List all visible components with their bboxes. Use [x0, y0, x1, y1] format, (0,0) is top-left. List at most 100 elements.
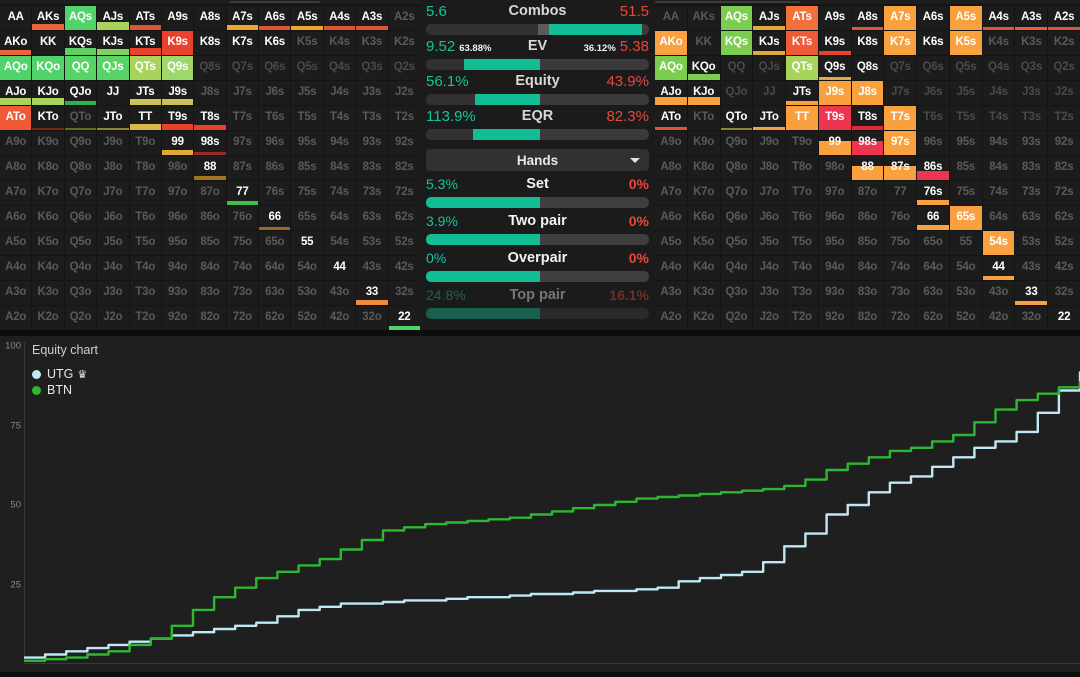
hand-cell-Q8o[interactable]: Q8o: [720, 156, 753, 180]
hand-cell-Q7s[interactable]: Q7s: [226, 56, 259, 80]
hand-cell-AQs[interactable]: AQs: [720, 6, 753, 30]
hand-cell-76s[interactable]: 76s: [917, 181, 949, 205]
hand-cell-87o[interactable]: 87o: [851, 181, 884, 205]
hand-cell-K8s[interactable]: K8s: [851, 31, 884, 55]
hand-cell-KTs[interactable]: KTs: [786, 31, 818, 55]
hand-cell-T7s[interactable]: T7s: [226, 106, 259, 130]
hand-cell-J5s[interactable]: J5s: [949, 81, 982, 105]
hand-cell-K8o[interactable]: K8o: [687, 156, 720, 180]
category-top-pair[interactable]: 24.8% Top pair 16.1%: [420, 287, 655, 319]
hand-cell-Q5o[interactable]: Q5o: [64, 231, 97, 255]
hand-cell-T8s[interactable]: T8s: [194, 106, 226, 130]
hand-cell-99[interactable]: 99: [818, 131, 851, 155]
hand-cell-96o[interactable]: 96o: [161, 206, 194, 230]
hand-cell-K5o[interactable]: K5o: [32, 231, 64, 255]
hand-cell-K7o[interactable]: K7o: [687, 181, 720, 205]
hand-cell-J7s[interactable]: J7s: [884, 81, 917, 105]
hand-cell-J9s[interactable]: J9s: [161, 81, 194, 105]
hand-cell-K7s[interactable]: K7s: [884, 31, 917, 55]
hand-cell-T2o[interactable]: T2o: [786, 306, 818, 330]
hand-cell-J5o[interactable]: J5o: [753, 231, 786, 255]
hand-cell-32o[interactable]: 32o: [1015, 306, 1048, 330]
hand-cell-84s[interactable]: 84s: [982, 156, 1015, 180]
hand-cell-42o[interactable]: 42o: [982, 306, 1015, 330]
hand-cell-Q2s[interactable]: Q2s: [388, 56, 420, 80]
hand-cell-A5o[interactable]: A5o: [655, 231, 687, 255]
hand-cell-J8o[interactable]: J8o: [97, 156, 129, 180]
hand-cell-T4o[interactable]: T4o: [786, 256, 818, 280]
hand-cell-54s[interactable]: 54s: [982, 231, 1015, 255]
hand-cell-65s[interactable]: 65s: [291, 206, 323, 230]
hand-cell-A8o[interactable]: A8o: [655, 156, 687, 180]
hand-cell-J3o[interactable]: J3o: [97, 281, 129, 305]
right-range-panel[interactable]: AA AKs AQs AJs ATs A9s A8s A7s A6s A5s A4s A3s A2s AK…: [655, 0, 1080, 330]
hand-cell-T7o[interactable]: T7o: [786, 181, 818, 205]
hand-cell-A8s[interactable]: A8s: [194, 6, 226, 30]
hand-cell-Q9o[interactable]: Q9o: [64, 131, 97, 155]
hand-cell-93o[interactable]: 93o: [818, 281, 851, 305]
hand-cell-KTo[interactable]: KTo: [687, 106, 720, 130]
hand-cell-65s[interactable]: 65s: [949, 206, 982, 230]
hand-cell-Q6s[interactable]: Q6s: [259, 56, 291, 80]
hand-cell-K6o[interactable]: K6o: [687, 206, 720, 230]
hand-cell-Q3s[interactable]: Q3s: [356, 56, 388, 80]
hand-cell-82o[interactable]: 82o: [194, 306, 226, 330]
right-panel-scrollbar[interactable]: [655, 0, 1080, 4]
hand-cell-QTo[interactable]: QTo: [720, 106, 753, 130]
hands-dropdown[interactable]: Hands: [426, 149, 649, 171]
hand-cell-A3s[interactable]: A3s: [356, 6, 388, 30]
hand-cell-75o[interactable]: 75o: [884, 231, 917, 255]
hand-cell-82s[interactable]: 82s: [388, 156, 420, 180]
hand-cell-87o[interactable]: 87o: [194, 181, 226, 205]
hand-cell-J6o[interactable]: J6o: [97, 206, 129, 230]
hand-cell-96s[interactable]: 96s: [917, 131, 949, 155]
hand-cell-QJo[interactable]: QJo: [720, 81, 753, 105]
hand-cell-J4o[interactable]: J4o: [97, 256, 129, 280]
hand-cell-ATo[interactable]: ATo: [655, 106, 687, 130]
hand-cell-J3o[interactable]: J3o: [753, 281, 786, 305]
hand-cell-KJo[interactable]: KJo: [687, 81, 720, 105]
hand-cell-72s[interactable]: 72s: [388, 181, 420, 205]
hand-cell-53o[interactable]: 53o: [949, 281, 982, 305]
hand-cell-83s[interactable]: 83s: [356, 156, 388, 180]
hand-cell-JTo[interactable]: JTo: [97, 106, 129, 130]
hand-cell-K6s[interactable]: K6s: [259, 31, 291, 55]
hand-cell-54o[interactable]: 54o: [949, 256, 982, 280]
hand-cell-74o[interactable]: 74o: [884, 256, 917, 280]
hand-cell-J6s[interactable]: J6s: [917, 81, 949, 105]
hand-cell-T8s[interactable]: T8s: [851, 106, 884, 130]
hand-cell-KK[interactable]: KK: [32, 31, 64, 55]
hand-cell-94o[interactable]: 94o: [161, 256, 194, 280]
hand-cell-A2s[interactable]: A2s: [1048, 6, 1080, 30]
hand-cell-42o[interactable]: 42o: [323, 306, 356, 330]
hand-cell-Q6o[interactable]: Q6o: [64, 206, 97, 230]
hand-cell-QTo[interactable]: QTo: [64, 106, 97, 130]
hand-cell-53o[interactable]: 53o: [291, 281, 323, 305]
hand-cell-T9s[interactable]: T9s: [818, 106, 851, 130]
hand-cell-85s[interactable]: 85s: [949, 156, 982, 180]
hand-cell-54o[interactable]: 54o: [291, 256, 323, 280]
hand-cell-J9o[interactable]: J9o: [97, 131, 129, 155]
hand-cell-52o[interactable]: 52o: [949, 306, 982, 330]
hand-cell-94s[interactable]: 94s: [982, 131, 1015, 155]
hand-cell-AA[interactable]: AA: [0, 6, 32, 30]
hand-cell-K2o[interactable]: K2o: [687, 306, 720, 330]
hand-cell-J7o[interactable]: J7o: [753, 181, 786, 205]
hand-cell-Q2s[interactable]: Q2s: [1048, 56, 1080, 80]
hand-cell-TT[interactable]: TT: [129, 106, 161, 130]
hand-cell-52s[interactable]: 52s: [388, 231, 420, 255]
hand-cell-A6s[interactable]: A6s: [917, 6, 949, 30]
hand-cell-63s[interactable]: 63s: [356, 206, 388, 230]
hand-cell-92o[interactable]: 92o: [161, 306, 194, 330]
hand-cell-98s[interactable]: 98s: [851, 131, 884, 155]
category-overpair[interactable]: 0% Overpair 0%: [420, 250, 655, 282]
hand-cell-T2s[interactable]: T2s: [1048, 106, 1080, 130]
hand-cell-83o[interactable]: 83o: [851, 281, 884, 305]
hand-cell-Q3s[interactable]: Q3s: [1015, 56, 1048, 80]
hand-cell-A4s[interactable]: A4s: [982, 6, 1015, 30]
hand-cell-84o[interactable]: 84o: [851, 256, 884, 280]
hand-cell-T7o[interactable]: T7o: [129, 181, 161, 205]
hand-cell-K2s[interactable]: K2s: [1048, 31, 1080, 55]
hand-cell-A7s[interactable]: A7s: [884, 6, 917, 30]
hand-cell-95s[interactable]: 95s: [949, 131, 982, 155]
